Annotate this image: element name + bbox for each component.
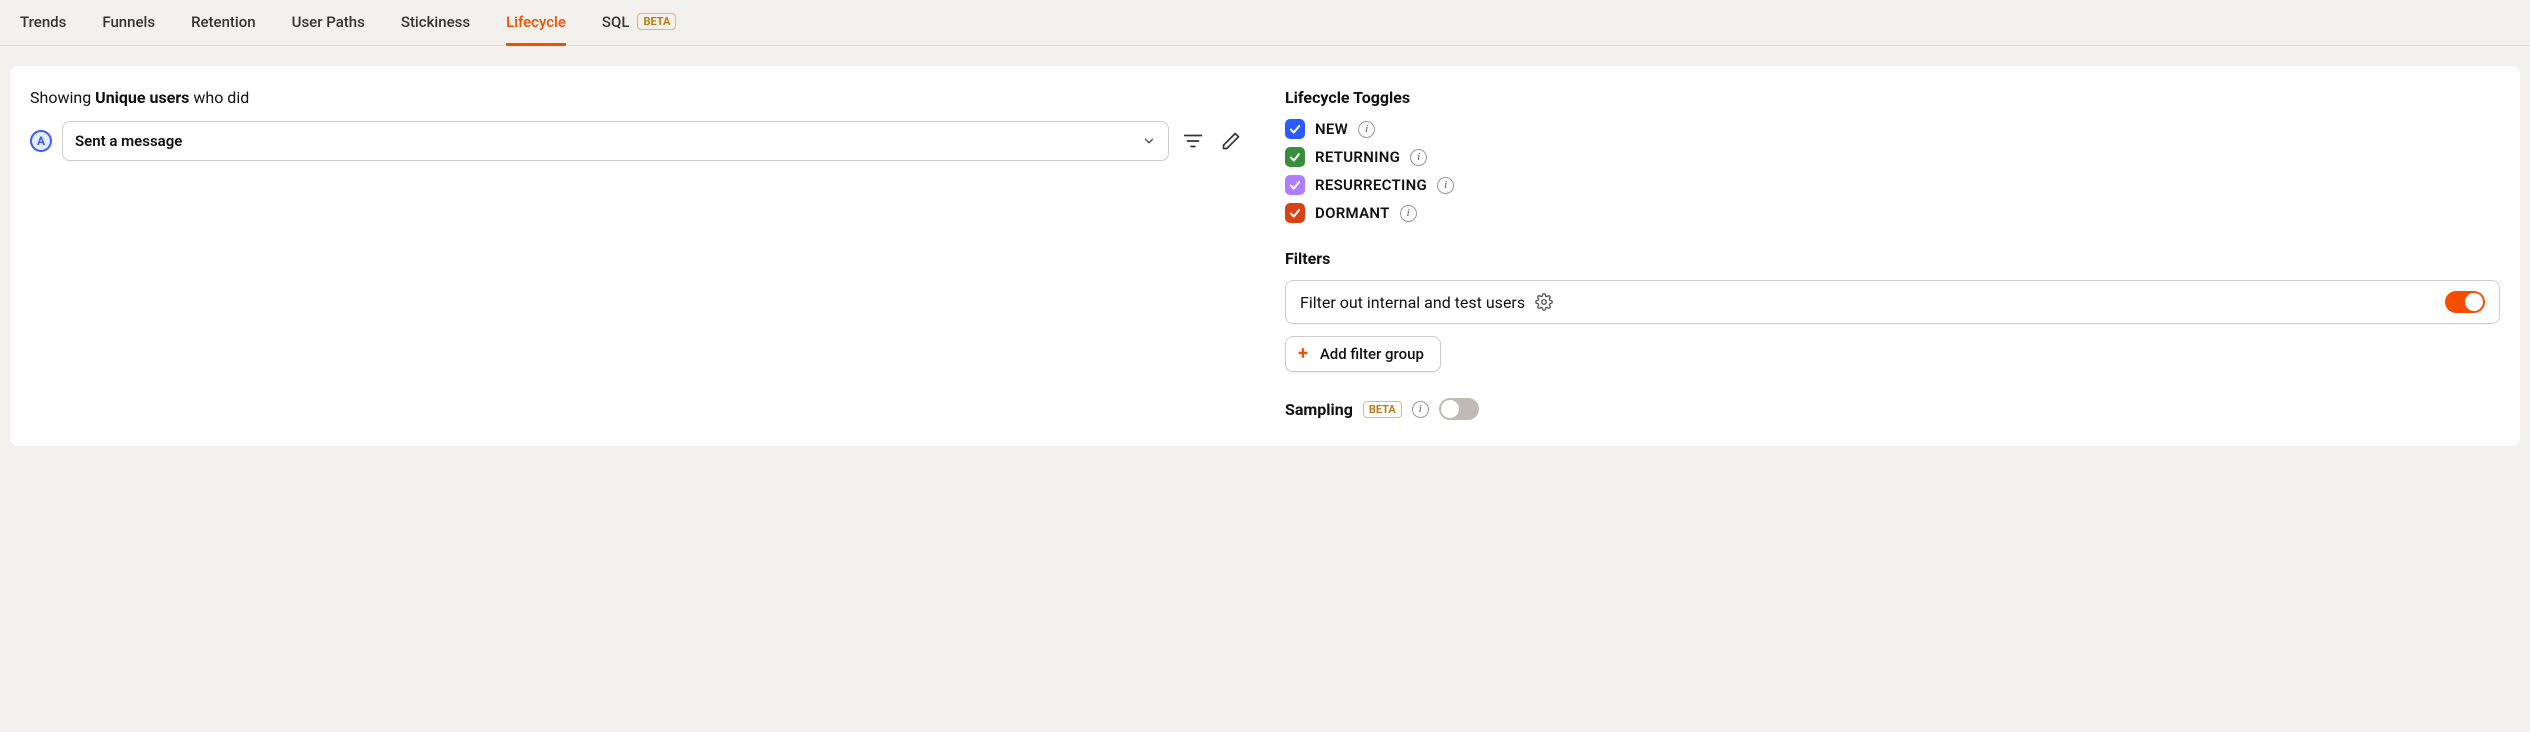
tab-sql[interactable]: SQL BETA xyxy=(602,1,676,46)
toggle-label: RETURNING xyxy=(1315,148,1400,166)
tab-label: Retention xyxy=(191,13,256,31)
intro-strong: Unique users xyxy=(95,88,189,107)
sampling-beta-badge: BETA xyxy=(1363,401,1402,418)
tab-label: Stickiness xyxy=(401,13,470,31)
info-icon[interactable]: i xyxy=(1400,205,1417,222)
sampling-toggle[interactable] xyxy=(1439,398,1479,420)
intro-suffix: who did xyxy=(189,88,249,107)
info-icon[interactable]: i xyxy=(1437,177,1454,194)
add-filter-group-label: Add filter group xyxy=(1320,345,1424,363)
sampling-title: Sampling xyxy=(1285,400,1353,419)
tab-label: User Paths xyxy=(292,13,365,31)
internal-test-filter-label: Filter out internal and test users xyxy=(1300,293,1525,312)
lifecycle-toggle-returning: RETURNING i xyxy=(1285,147,2500,167)
checkbox[interactable] xyxy=(1285,147,1305,167)
internal-test-filter-toggle[interactable] xyxy=(2445,291,2485,313)
beta-badge: BETA xyxy=(637,13,676,30)
tab-label: Trends xyxy=(20,13,66,31)
tab-stickiness[interactable]: Stickiness xyxy=(401,1,470,46)
lifecycle-toggle-list: NEW i RETURNING i RESURRECTING i DORMANT i xyxy=(1285,119,2500,223)
tabs-nav: Trends Funnels Retention User Paths Stickine… xyxy=(0,0,2530,46)
add-filter-group-button[interactable]: + Add filter group xyxy=(1285,336,1441,372)
toggle-label: RESURRECTING xyxy=(1315,176,1427,194)
intro-prefix: Showing xyxy=(30,88,95,107)
tab-funnels[interactable]: Funnels xyxy=(102,1,155,46)
tab-label: Funnels xyxy=(102,13,155,31)
filter-icon-button[interactable] xyxy=(1179,127,1207,155)
event-select-label: Sent a message xyxy=(75,132,182,150)
edit-icon-button[interactable] xyxy=(1217,127,1245,155)
event-select[interactable]: Sent a message xyxy=(62,121,1169,161)
lifecycle-toggle-new: NEW i xyxy=(1285,119,2500,139)
checkbox[interactable] xyxy=(1285,203,1305,223)
lifecycle-toggle-resurrecting: RESURRECTING i xyxy=(1285,175,2500,195)
gear-icon-button[interactable] xyxy=(1535,293,1553,311)
intro-text: Showing Unique users who did xyxy=(30,88,1245,107)
tab-trends[interactable]: Trends xyxy=(20,1,66,46)
tab-label: Lifecycle xyxy=(506,13,566,31)
info-icon[interactable]: i xyxy=(1412,401,1429,418)
tab-retention[interactable]: Retention xyxy=(191,1,256,46)
info-icon[interactable]: i xyxy=(1410,149,1427,166)
series-letter-badge: A xyxy=(30,130,52,152)
checkbox[interactable] xyxy=(1285,119,1305,139)
toggle-label: DORMANT xyxy=(1315,204,1390,222)
lifecycle-toggles-title: Lifecycle Toggles xyxy=(1285,88,2500,107)
config-card: Showing Unique users who did A Sent a me… xyxy=(10,66,2520,446)
info-icon[interactable]: i xyxy=(1358,121,1375,138)
tab-user-paths[interactable]: User Paths xyxy=(292,1,365,46)
filters-title: Filters xyxy=(1285,249,2500,268)
toggle-label: NEW xyxy=(1315,120,1348,138)
lifecycle-toggle-dormant: DORMANT i xyxy=(1285,203,2500,223)
checkbox[interactable] xyxy=(1285,175,1305,195)
tab-label: SQL xyxy=(602,13,630,31)
plus-icon: + xyxy=(1298,345,1308,363)
tab-lifecycle[interactable]: Lifecycle xyxy=(506,1,566,46)
internal-test-filter-row: Filter out internal and test users xyxy=(1285,280,2500,324)
chevron-down-icon xyxy=(1142,134,1156,148)
